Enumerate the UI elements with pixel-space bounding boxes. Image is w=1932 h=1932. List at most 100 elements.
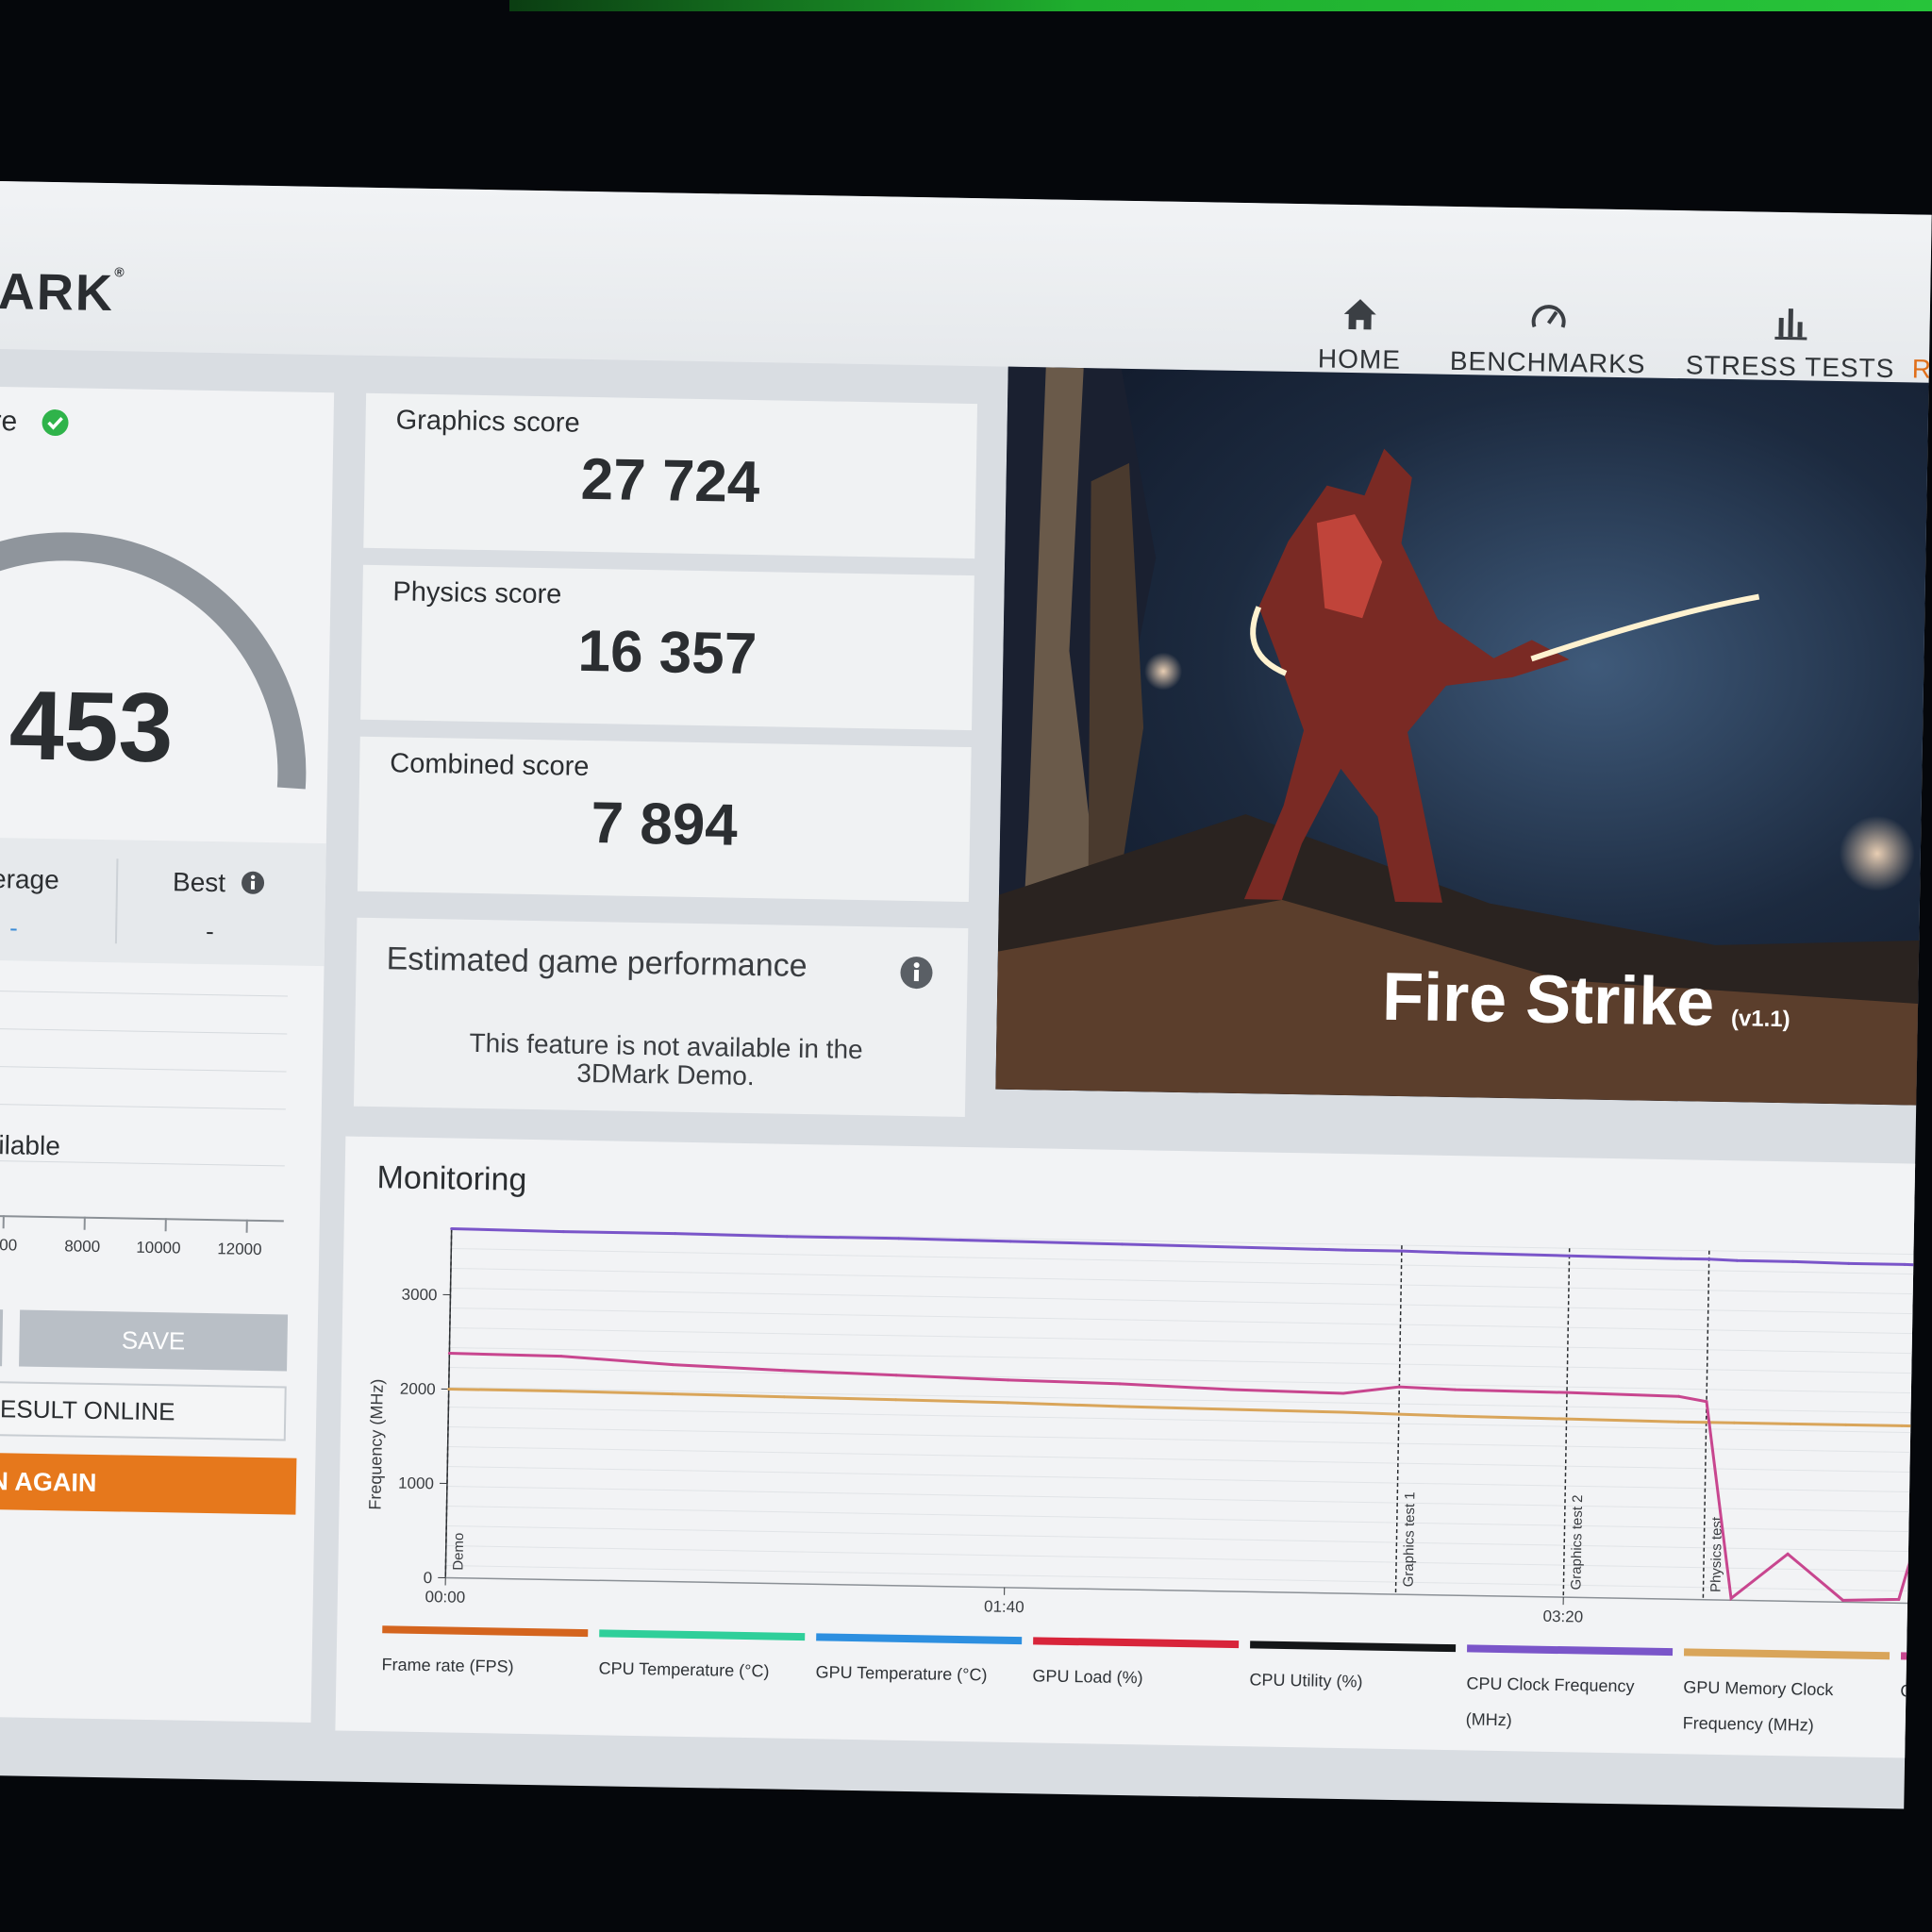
grid-line bbox=[450, 1288, 1932, 1315]
monitoring-panel: Monitoring 3000 2000 1000 0 00:00 01:40 03:20… bbox=[335, 1136, 1932, 1759]
x-tick-label: 01:40 bbox=[984, 1597, 1024, 1616]
load-button[interactable] bbox=[0, 1307, 4, 1367]
legend-label: GPU Load (%) bbox=[1032, 1666, 1143, 1688]
nav-results-partial[interactable]: R bbox=[1912, 305, 1932, 384]
monitoring-title: Monitoring bbox=[376, 1159, 527, 1198]
info-icon[interactable] bbox=[899, 956, 934, 991]
score-distribution-area bbox=[0, 971, 324, 1204]
monitoring-chart: 3000 2000 1000 0 00:00 01:40 03:20 Demo Graphi… bbox=[365, 1227, 1932, 1626]
axis-tick bbox=[2, 1215, 5, 1229]
no-data-label: ta available bbox=[0, 1129, 61, 1161]
x-tick-label: 03:20 bbox=[1542, 1607, 1583, 1626]
physics-score-label: Physics score bbox=[392, 576, 562, 610]
legend-item[interactable]: G bbox=[1900, 1652, 1932, 1712]
grid-line bbox=[450, 1307, 1932, 1335]
best-label: Best bbox=[172, 867, 226, 898]
grid-line bbox=[0, 1102, 286, 1110]
average-best-panel: verage - Best - bbox=[0, 836, 326, 967]
header-bar: ARK® HOME BENCHMARKS STRESS TESTS R bbox=[0, 181, 1932, 384]
legend-swatch bbox=[382, 1625, 589, 1638]
run-again-button[interactable]: UN AGAIN bbox=[0, 1451, 297, 1515]
grid-line bbox=[450, 1268, 1932, 1295]
test-marker-label: Graphics test 1 bbox=[1401, 1491, 1419, 1587]
view-result-online-button[interactable]: RESULT ONLINE bbox=[0, 1379, 287, 1441]
legend-swatch bbox=[1250, 1641, 1457, 1653]
average-value: - bbox=[8, 913, 19, 942]
legend-item[interactable]: GPU Memory Clock Frequency (MHz) bbox=[1682, 1648, 1893, 1744]
legend-item[interactable]: Frame rate (FPS) bbox=[381, 1625, 591, 1686]
grid-line bbox=[449, 1367, 1932, 1394]
legend-swatch bbox=[816, 1633, 1023, 1645]
nav-icon-placeholder bbox=[1912, 305, 1931, 344]
legend-item[interactable]: CPU Utility (%) bbox=[1249, 1641, 1459, 1701]
legend-label: Frame rate (FPS) bbox=[381, 1655, 514, 1676]
overall-score-panel: re 453 verage - Best - available 6000 80… bbox=[0, 385, 335, 1723]
legend-item[interactable]: GPU Load (%) bbox=[1032, 1637, 1242, 1697]
test-marker-label: Demo bbox=[450, 1533, 467, 1571]
axis-tick bbox=[164, 1218, 167, 1232]
bar-chart-icon bbox=[1774, 308, 1807, 341]
legend-swatch bbox=[1683, 1648, 1890, 1660]
legend-label: G bbox=[1900, 1681, 1914, 1701]
background-accent-strip bbox=[509, 0, 1932, 11]
legend-item[interactable]: GPU Temperature (°C) bbox=[815, 1633, 1025, 1693]
chart-legend: Frame rate (FPS) CPU Temperature (°C) GPU … bbox=[380, 1625, 1932, 1757]
combined-score-box: Combined score 7 894 bbox=[357, 736, 972, 903]
benchmark-title: Fire Strike (v1.1) bbox=[1381, 958, 1790, 1041]
legend-label: CPU Clock Frequency (MHz) bbox=[1465, 1674, 1635, 1730]
save-button[interactable]: SAVE bbox=[19, 1309, 289, 1372]
axis-tick-label: 12000 bbox=[217, 1240, 262, 1259]
test-markers: Demo Graphics test 1 Graphics test 2 Physic… bbox=[444, 1228, 1725, 1600]
y-tick-label: 2000 bbox=[400, 1380, 436, 1399]
legend-label: GPU Memory Clock Frequency (MHz) bbox=[1682, 1677, 1834, 1735]
grid-line bbox=[0, 1064, 287, 1073]
legend-swatch bbox=[1900, 1652, 1932, 1664]
physics-score-value: 16 357 bbox=[576, 618, 758, 688]
result-screen: re 453 verage - Best - available 6000 80… bbox=[0, 349, 1932, 1809]
fire-strike-hero-image: Fire Strike (v1.1) bbox=[995, 366, 1932, 1107]
grid-line bbox=[446, 1485, 1932, 1513]
home-icon bbox=[1343, 299, 1376, 330]
nav-home[interactable]: HOME bbox=[1318, 294, 1402, 375]
best-value: - bbox=[205, 916, 215, 946]
grid-line bbox=[447, 1465, 1932, 1493]
combined-score-value: 7 894 bbox=[591, 791, 739, 858]
score-title: re bbox=[0, 405, 18, 438]
info-icon[interactable] bbox=[241, 871, 265, 895]
y-axis-label: Frequency (MHz) bbox=[365, 1378, 386, 1509]
legend-swatch bbox=[599, 1629, 806, 1641]
axis-tick-label: 8000 bbox=[64, 1237, 101, 1257]
graphics-score-label: Graphics score bbox=[395, 405, 580, 439]
axis-tick-label: 10000 bbox=[136, 1238, 181, 1257]
combined-score-label: Combined score bbox=[390, 748, 590, 782]
check-icon bbox=[42, 409, 69, 437]
overall-score-value: 453 bbox=[8, 671, 175, 784]
nav-home-label: HOME bbox=[1317, 343, 1402, 375]
grid-line bbox=[0, 989, 288, 997]
estimated-performance-message: This feature is not available in the 3DM… bbox=[469, 1027, 863, 1091]
test-marker-label: Graphics test 2 bbox=[1568, 1494, 1586, 1590]
physics-score-box: Physics score 16 357 bbox=[360, 564, 974, 731]
nav-stress-tests[interactable]: STRESS TESTS bbox=[1686, 301, 1896, 384]
app-logo: ARK® bbox=[0, 262, 126, 323]
graphics-score-box: Graphics score 27 724 bbox=[363, 392, 978, 559]
legend-label: GPU Temperature (°C) bbox=[815, 1662, 988, 1685]
y-tick-label: 0 bbox=[424, 1569, 433, 1587]
y-tick-label: 3000 bbox=[401, 1286, 437, 1305]
nav-benchmarks-label: BENCHMARKS bbox=[1449, 345, 1646, 379]
x-tick-label: 00:00 bbox=[425, 1588, 465, 1607]
axis-tick-label: 6000 bbox=[0, 1235, 18, 1255]
app-window: ARK® HOME BENCHMARKS STRESS TESTS R re 4… bbox=[0, 181, 1932, 1809]
nav-results-label: R bbox=[1911, 354, 1932, 384]
estimated-game-performance-panel: Estimated game performance This feature … bbox=[353, 917, 969, 1118]
legend-item[interactable]: CPU Clock Frequency (MHz) bbox=[1465, 1644, 1676, 1740]
benchmark-version: (v1.1) bbox=[1730, 1006, 1790, 1033]
nav-benchmarks[interactable]: BENCHMARKS bbox=[1450, 297, 1647, 380]
grid-line bbox=[447, 1445, 1932, 1474]
legend-label: CPU Utility (%) bbox=[1249, 1670, 1363, 1691]
legend-label: CPU Temperature (°C) bbox=[598, 1658, 770, 1681]
distribution-axis bbox=[0, 1213, 284, 1223]
legend-item[interactable]: CPU Temperature (°C) bbox=[598, 1629, 808, 1690]
gauge-icon bbox=[1531, 305, 1566, 328]
axis-tick bbox=[245, 1219, 248, 1233]
